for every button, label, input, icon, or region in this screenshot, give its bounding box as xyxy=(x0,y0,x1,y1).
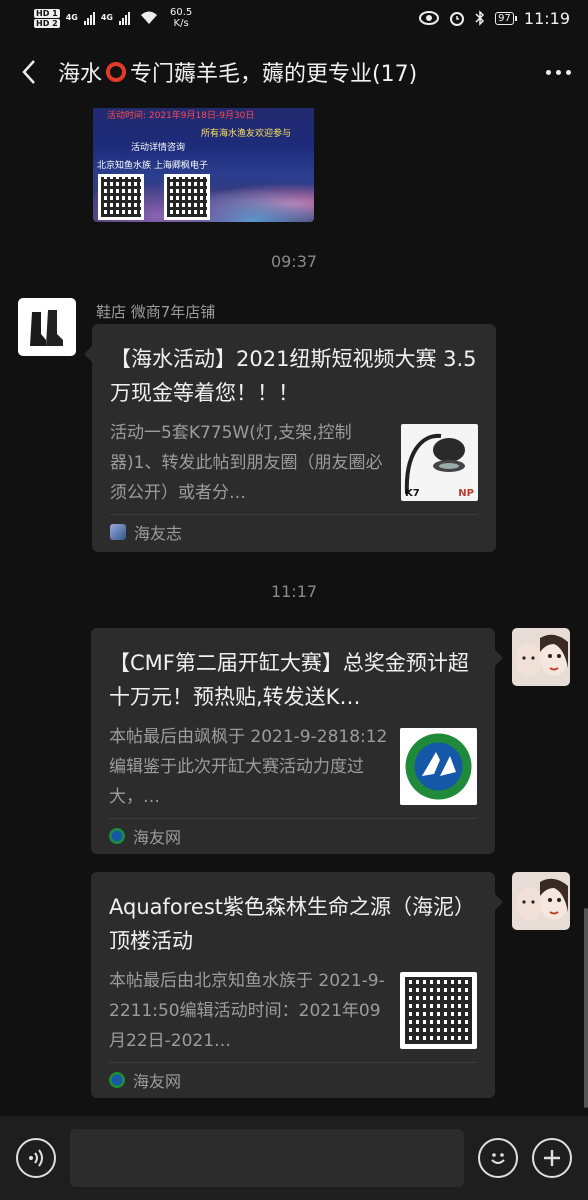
avatar[interactable] xyxy=(18,298,76,356)
battery-indicator: 97 xyxy=(495,11,517,25)
thumb-label-np: NP xyxy=(458,488,474,499)
wifi-icon xyxy=(140,11,157,24)
more-dot xyxy=(545,69,551,75)
card-source: 海友网 xyxy=(109,818,477,852)
bubble-tail xyxy=(495,650,503,666)
network-type-1: 4G xyxy=(65,13,78,22)
thumb-label-k7: K7 xyxy=(405,488,420,499)
status-bar: HD 1 HD 2 4G 4G 60.5 K/s 97 11:19 xyxy=(0,0,588,36)
message-input[interactable] xyxy=(70,1129,464,1187)
card-description: 本帖最后由飒枫于 2021-9-2818:12编辑鉴于此次开缸大赛活动力度过大，… xyxy=(109,727,388,807)
card-title: 【CMF第二届开缸大赛】总奖金预计超十万元！预热贴,转发送K… xyxy=(109,651,469,709)
boots-icon xyxy=(30,310,63,346)
emoji-button[interactable] xyxy=(478,1138,518,1178)
chevron-left-icon xyxy=(22,60,35,84)
poster-line4: 北京知鱼水族 上海卿枫电子 xyxy=(97,161,208,171)
face-avatar-icon xyxy=(512,628,570,686)
qr-code-icon xyxy=(98,174,144,220)
chat-title: 海水 专门薅羊毛，薅的更专业(17) xyxy=(58,56,528,88)
link-card[interactable]: 【CMF第二届开缸大赛】总奖金预计超十万元！预热贴,转发送K… 本帖最后由飒枫于… xyxy=(91,628,503,854)
poster-line3: 活动详情咨询 xyxy=(131,143,186,153)
source-logo-icon xyxy=(109,827,125,844)
clock: 11:19 xyxy=(523,8,570,28)
haiyou-logo-icon xyxy=(400,728,477,805)
title-part2: 专门薅羊毛，薅的更专业(17) xyxy=(130,62,418,87)
source-name: 海友网 xyxy=(133,827,182,847)
eye-icon xyxy=(419,11,440,25)
source-name: 海友网 xyxy=(133,1071,182,1091)
card-description: 本帖最后由北京知鱼水族于 2021-9-2211:50编辑活动时间：2021年0… xyxy=(109,971,385,1051)
chat-header: 海水 专门薅羊毛，薅的更专业(17) xyxy=(0,36,588,108)
poster-line2: 所有海水渔友欢迎参与 xyxy=(201,129,292,139)
card-title: 【海水活动】2021纽斯短视频大赛 3.5万现金等着您！！！ xyxy=(110,347,477,405)
poster-image[interactable]: 活动时间: 2021年9月18日-9月30日 所有海水渔友欢迎参与 活动详情咨询… xyxy=(93,108,314,222)
hd-indicator: HD 1 HD 2 xyxy=(34,8,60,28)
title-part1: 海水 xyxy=(58,62,103,87)
link-card[interactable]: Aquaforest紫色森林生命之源（海泥）顶楼活动 本帖最后由北京知鱼水族于 … xyxy=(91,872,503,1098)
avatar[interactable] xyxy=(512,628,570,686)
link-card[interactable]: 【海水活动】2021纽斯短视频大赛 3.5万现金等着您！！！ 活动一5套K775… xyxy=(84,324,496,552)
hd2-label: HD 2 xyxy=(34,18,60,28)
more-button[interactable] xyxy=(528,36,588,108)
bubble-tail xyxy=(84,346,92,362)
card-thumbnail xyxy=(400,972,477,1049)
card-thumbnail xyxy=(400,728,477,805)
bluetooth-icon xyxy=(475,10,485,26)
card-description: 活动一5套K775W(灯,支架,控制器)1、转发此帖到朋友圈（朋友圈必须公开）或… xyxy=(110,423,383,503)
qr-code-icon xyxy=(405,977,472,1044)
red-circle-emoji-icon xyxy=(106,62,127,82)
network-speed: 60.5 K/s xyxy=(170,7,192,29)
source-logo-icon xyxy=(110,523,126,540)
source-logo-icon xyxy=(109,1071,125,1088)
qr-code-icon xyxy=(164,174,210,220)
card-source: 海友网 xyxy=(109,1062,477,1096)
timestamp: 11:17 xyxy=(270,582,318,601)
voice-button[interactable] xyxy=(16,1138,56,1178)
voice-icon xyxy=(29,1149,43,1167)
speed-value: 60.5 xyxy=(169,7,193,18)
signal-icon xyxy=(118,11,130,25)
emoji-icon xyxy=(491,1153,505,1164)
card-thumbnail: K7 NP xyxy=(401,424,478,501)
face-avatar-icon xyxy=(512,872,570,930)
more-dot xyxy=(565,69,571,75)
sender-name: 鞋店 微商7年店铺 xyxy=(96,303,216,321)
hd1-label: HD 1 xyxy=(34,8,60,18)
message-list[interactable]: 活动时间: 2021年9月18日-9月30日 所有海水渔友欢迎参与 活动详情咨询… xyxy=(0,108,588,1116)
plus-icon xyxy=(544,1150,560,1166)
poster-line1: 活动时间: 2021年9月18日-9月30日 xyxy=(107,111,255,121)
speed-unit: K/s xyxy=(173,18,189,29)
bubble-tail xyxy=(495,894,503,910)
network-type-2: 4G xyxy=(100,13,113,22)
card-source: 海友志 xyxy=(110,514,478,548)
plus-button[interactable] xyxy=(532,1138,572,1178)
scrollbar[interactable] xyxy=(584,908,588,1108)
alarm-icon xyxy=(450,12,465,26)
more-dot xyxy=(555,69,561,75)
input-bar xyxy=(0,1116,588,1200)
card-title: Aquaforest紫色森林生命之源（海泥）顶楼活动 xyxy=(109,895,476,953)
avatar[interactable] xyxy=(512,872,570,930)
back-button[interactable] xyxy=(0,36,58,108)
source-name: 海友志 xyxy=(134,523,183,543)
signal-icon xyxy=(83,11,95,25)
timestamp: 09:37 xyxy=(270,252,318,271)
